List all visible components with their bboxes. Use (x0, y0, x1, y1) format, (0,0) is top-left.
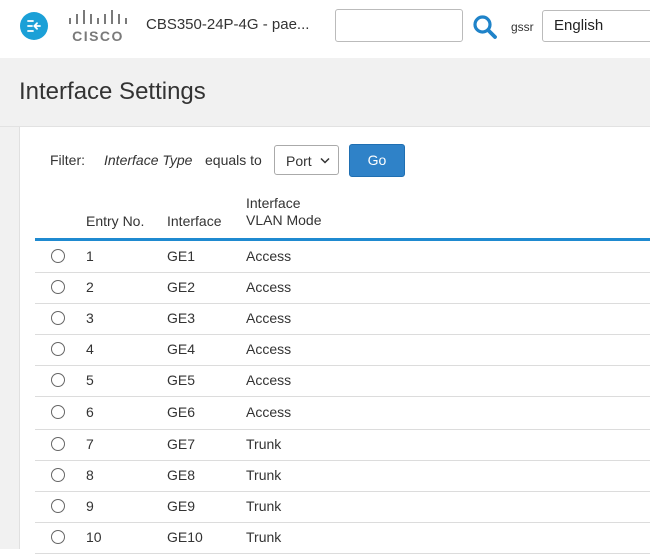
row-radio[interactable] (51, 530, 65, 544)
row-radio[interactable] (51, 249, 65, 263)
go-button[interactable]: Go (349, 144, 405, 177)
filter-field: Interface Type (104, 152, 193, 168)
table-row[interactable]: 3 GE3 Access (35, 303, 650, 335)
cisco-logo: CISCO (68, 8, 132, 44)
row-radio[interactable] (51, 342, 65, 356)
main-content: Filter: Interface Type equals to Port Go… (20, 127, 650, 554)
table-row[interactable]: 4 GE4 Access (35, 334, 650, 366)
cell-vlan-mode: Access (246, 341, 292, 357)
device-name: CBS350-24P-4G - pae... (146, 16, 310, 33)
cell-vlan-mode: Trunk (246, 498, 282, 514)
table-row[interactable]: 7 GE7 Trunk (35, 429, 650, 461)
cell-entry: 6 (86, 404, 94, 420)
row-radio[interactable] (51, 373, 65, 387)
table-row[interactable]: 10 GE10 Trunk (35, 522, 650, 554)
cell-interface: GE3 (167, 310, 196, 326)
col-header-vlan-mode-line2: VLAN Mode (246, 212, 322, 228)
filter-label: Filter: (50, 152, 85, 168)
row-radio[interactable] (51, 405, 65, 419)
col-header-entry[interactable]: Entry No. (86, 213, 144, 230)
cell-interface: GE8 (167, 467, 196, 483)
cell-entry: 9 (86, 498, 94, 514)
table-row[interactable]: 9 GE9 Trunk (35, 491, 650, 523)
cell-entry: 1 (86, 248, 94, 264)
row-radio[interactable] (51, 280, 65, 294)
cell-entry: 8 (86, 467, 94, 483)
cell-vlan-mode: Access (246, 248, 292, 264)
filter-operator: equals to (205, 152, 262, 168)
language-select[interactable]: English (542, 10, 650, 42)
cell-vlan-mode: Access (246, 404, 292, 420)
cell-vlan-mode: Access (246, 372, 292, 388)
search-icon[interactable] (472, 14, 498, 40)
nav-toggle-icon[interactable] (20, 12, 48, 40)
cell-vlan-mode: Access (246, 279, 292, 295)
table-row[interactable]: 1 GE1 Access (35, 241, 650, 273)
cell-interface: GE1 (167, 248, 196, 264)
cell-interface: GE4 (167, 341, 196, 357)
title-bar: Interface Settings (0, 58, 650, 127)
table-row[interactable]: 6 GE6 Access (35, 396, 650, 430)
cell-vlan-mode: Trunk (246, 467, 282, 483)
cell-entry: 7 (86, 436, 94, 452)
svg-text:CISCO: CISCO (72, 28, 124, 44)
row-radio[interactable] (51, 468, 65, 482)
search-input[interactable] (335, 9, 463, 42)
row-radio[interactable] (51, 499, 65, 513)
top-header: CISCO CBS350-24P-4G - pae... gssr Englis… (0, 0, 650, 58)
table-row[interactable]: 2 GE2 Access (35, 272, 650, 304)
filter-select-value: Port (286, 153, 312, 169)
cell-interface: GE6 (167, 404, 196, 420)
cell-entry: 2 (86, 279, 94, 295)
page-title: Interface Settings (19, 78, 206, 105)
cell-entry: 3 (86, 310, 94, 326)
col-header-interface[interactable]: Interface (167, 213, 221, 230)
row-radio[interactable] (51, 437, 65, 451)
cell-interface: GE7 (167, 436, 196, 452)
left-rail (0, 127, 20, 549)
cell-interface: GE2 (167, 279, 196, 295)
cell-interface: GE9 (167, 498, 196, 514)
cell-vlan-mode: Trunk (246, 529, 282, 545)
cell-entry: 10 (86, 529, 102, 545)
cell-entry: 5 (86, 372, 94, 388)
user-name[interactable]: gssr (511, 20, 534, 34)
col-header-vlan-mode-line1: Interface (246, 195, 301, 211)
row-radio[interactable] (51, 311, 65, 325)
cell-vlan-mode: Trunk (246, 436, 282, 452)
table-row[interactable]: 8 GE8 Trunk (35, 460, 650, 492)
cell-entry: 4 (86, 341, 94, 357)
cell-vlan-mode: Access (246, 310, 292, 326)
filter-type-select[interactable]: Port (274, 145, 339, 175)
cell-interface: GE5 (167, 372, 196, 388)
table-row[interactable]: 5 GE5 Access (35, 365, 650, 397)
chevron-down-icon (320, 157, 330, 164)
cell-interface: GE10 (167, 529, 203, 545)
col-header-vlan-mode[interactable]: Interface VLAN Mode (246, 195, 321, 229)
